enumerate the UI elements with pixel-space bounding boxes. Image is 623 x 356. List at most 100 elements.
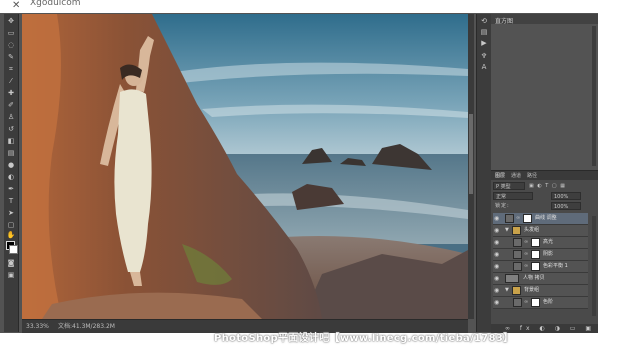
link-icon: ∞ (524, 251, 529, 257)
visibility-eye-icon[interactable]: ◉ (494, 214, 499, 223)
link-icon: ∞ (516, 215, 521, 221)
photo-image (22, 14, 468, 319)
layer-name: 色阶 (543, 299, 554, 305)
layer-mask-thumbnail (531, 298, 540, 307)
layer-row[interactable]: ◉ ∞ 色阶 (493, 297, 588, 309)
folder-icon (512, 286, 521, 295)
character-icon[interactable]: A (480, 63, 488, 71)
clone-stamp-tool-icon[interactable]: ♙ (6, 112, 16, 122)
status-bar: 33.33% 文档:41.3M/283.2M (22, 319, 468, 333)
marquee-tool-icon[interactable]: ▭ (6, 28, 16, 38)
layer-mask-thumbnail (531, 238, 540, 247)
layer-name: 色彩平衡 1 (543, 263, 568, 269)
pen-tool-icon[interactable]: ✒ (6, 184, 16, 194)
histogram-panel: 直方图 (491, 14, 598, 170)
layer-row[interactable]: ◉ ∞ 色彩平衡 1 (493, 261, 588, 273)
history-brush-tool-icon[interactable]: ↺ (6, 124, 16, 134)
layer-row[interactable]: ◉ ∞ 阴影 (493, 249, 588, 261)
history-icon[interactable]: ⟲ (480, 17, 488, 25)
gradient-tool-icon[interactable]: ▤ (6, 148, 16, 158)
actions-icon[interactable]: ▶ (480, 39, 488, 47)
right-margin (598, 13, 623, 356)
layer-row[interactable]: ◉ ∞ 曲线 调整 (493, 213, 588, 225)
opacity-field[interactable]: 100% (551, 192, 581, 200)
layer-name: 高光 (543, 239, 554, 245)
window-title: Xgoduicom (30, 0, 81, 8)
visibility-eye-icon[interactable]: ◉ (494, 286, 499, 295)
layers-bottom-toolbar[interactable]: ∞ fx ◐ ◑ ▭ ▣ 🗑 (491, 324, 598, 341)
tools-panel: ✥ ▭ ◌ ✎ ⌗ ⁄ ✚ ✐ ♙ ↺ ◧ ▤ ● ◐ ✒ T ➤ ▢ ✋ ◙ … (4, 14, 19, 332)
document-size: 文档:41.3M/283.2M (58, 323, 115, 330)
adjustment-thumbnail (513, 250, 522, 259)
blend-mode-select[interactable]: 正常 (493, 192, 533, 200)
layer-filter-buttons[interactable]: ▣ ◐ T ▢ ▦ (529, 182, 566, 190)
quick-mask-icon[interactable]: ◙ (6, 258, 16, 268)
layer-row[interactable]: ◉ ▼ 头发组 (493, 225, 588, 237)
healing-brush-tool-icon[interactable]: ✚ (6, 88, 16, 98)
canvas-vertical-scrollbar[interactable] (468, 14, 474, 319)
tab-layers[interactable]: 图层 (495, 172, 505, 179)
adjustment-thumbnail (505, 214, 514, 223)
layers-panel: 图层 通道 路径 P 类型 ▣ ◐ T ▢ ▦ 正常 100% 锁定: 100%… (491, 170, 598, 341)
layer-mask-thumbnail (523, 214, 532, 223)
layer-name: 曲线 调整 (535, 215, 557, 221)
background-color-swatch[interactable] (9, 245, 18, 254)
layer-mask-thumbnail (531, 262, 540, 271)
panel-scrollbar[interactable] (592, 26, 596, 166)
link-icon: ∞ (524, 239, 529, 245)
lasso-tool-icon[interactable]: ◌ (6, 40, 16, 50)
properties-icon[interactable]: ▤ (480, 28, 488, 36)
visibility-eye-icon[interactable]: ◉ (494, 250, 499, 259)
group-expand-arrow-icon[interactable]: ▼ (505, 286, 509, 295)
layer-name: 人物 拷贝 (523, 275, 545, 281)
panel-title: 直方图 (495, 18, 514, 25)
layer-row[interactable]: ◉ ∞ 高光 (493, 237, 588, 249)
lock-label: 锁定: (495, 203, 510, 209)
adjustment-thumbnail (513, 262, 522, 271)
hand-tool-icon[interactable]: ✋ (6, 230, 16, 240)
brush-tool-icon[interactable]: ✐ (6, 100, 16, 110)
scrollbar-thumb[interactable] (469, 114, 473, 194)
move-tool-icon[interactable]: ✥ (6, 16, 16, 26)
layer-mask-thumbnail (531, 250, 540, 259)
visibility-eye-icon[interactable]: ◉ (494, 226, 499, 235)
layers-panel-tabs: 图层 通道 路径 (491, 171, 598, 180)
brush-presets-icon[interactable]: ♆ (480, 52, 488, 60)
zoom-level[interactable]: 33.33% (26, 320, 49, 333)
crop-tool-icon[interactable]: ⌗ (6, 64, 16, 74)
quick-select-tool-icon[interactable]: ✎ (6, 52, 16, 62)
watermark-text: PhotoShop平面设计吧【www.linecg.com/tieba/1783… (214, 333, 514, 344)
layer-thumbnail (505, 274, 519, 283)
browser-top-bar: ✕ Xgoduicom (0, 0, 623, 14)
blur-tool-icon[interactable]: ● (6, 160, 16, 170)
screen-mode-icon[interactable]: ▣ (6, 270, 16, 280)
fill-field[interactable]: 100% (551, 202, 581, 210)
eraser-tool-icon[interactable]: ◧ (6, 136, 16, 146)
panel-icon-strip: ⟲ ▤ ▶ ♆ A (476, 14, 492, 332)
folder-icon (512, 226, 521, 235)
tab-channels[interactable]: 通道 (511, 172, 521, 179)
layers-scrollbar[interactable] (592, 216, 596, 316)
layer-kind-filter[interactable]: P 类型 (493, 182, 525, 190)
path-select-tool-icon[interactable]: ➤ (6, 208, 16, 218)
layer-row[interactable]: ◉ 人物 拷贝 (493, 273, 588, 285)
visibility-eye-icon[interactable]: ◉ (494, 298, 499, 307)
visibility-eye-icon[interactable]: ◉ (494, 274, 499, 283)
tab-paths[interactable]: 路径 (527, 172, 537, 179)
layer-row[interactable]: ◉ ▼ 背景组 (493, 285, 588, 297)
visibility-eye-icon[interactable]: ◉ (494, 262, 499, 271)
shape-tool-icon[interactable]: ▢ (6, 220, 16, 230)
type-tool-icon[interactable]: T (6, 196, 16, 206)
close-icon[interactable]: ✕ (12, 0, 20, 12)
dodge-tool-icon[interactable]: ◐ (6, 172, 16, 182)
layer-name: 阴影 (543, 251, 554, 257)
footer: PhotoShop平面设计吧【www.linecg.com/tieba/1783… (0, 333, 623, 356)
group-expand-arrow-icon[interactable]: ▼ (505, 226, 509, 235)
eyedropper-tool-icon[interactable]: ⁄ (6, 76, 16, 86)
document-canvas[interactable] (22, 14, 468, 319)
layer-name: 背景组 (524, 287, 540, 293)
link-icon: ∞ (524, 299, 529, 305)
link-icon: ∞ (524, 263, 529, 269)
layer-name: 头发组 (524, 227, 540, 233)
visibility-eye-icon[interactable]: ◉ (494, 238, 499, 247)
